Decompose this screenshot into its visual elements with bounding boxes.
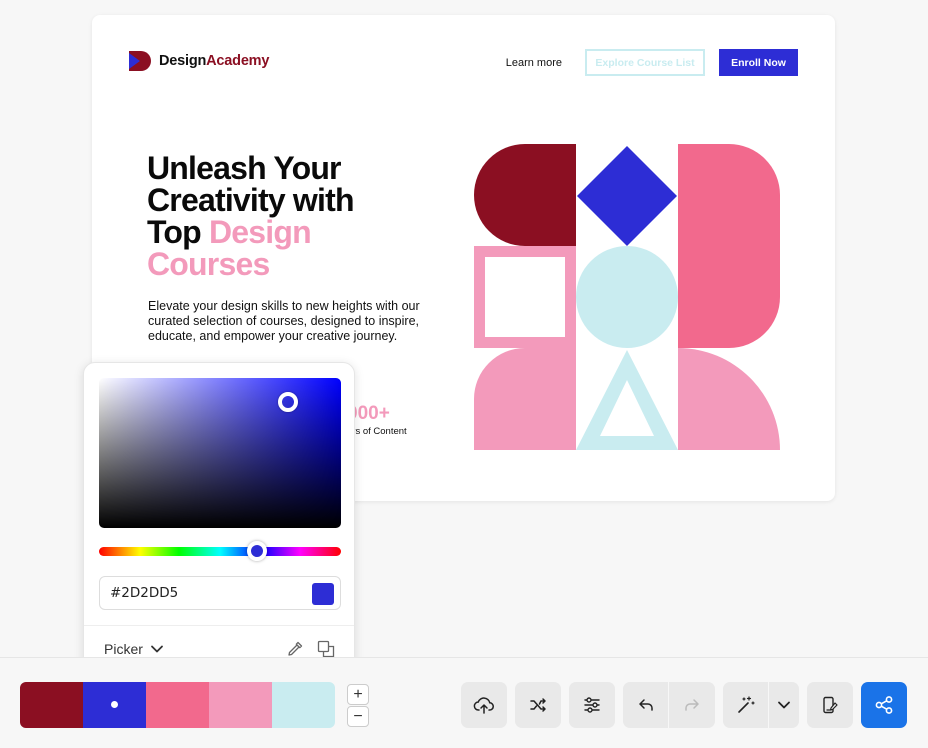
art-pink-quarter-block [474, 348, 576, 450]
hero-title-highlight1: Design [208, 214, 312, 250]
hex-value: #2D2DD5 [110, 585, 179, 601]
share-button[interactable] [861, 682, 907, 728]
chevron-down-icon [777, 701, 790, 709]
color-picker-popover: #2D2DD5 Picker [83, 362, 355, 672]
art-light-blue-circle [576, 246, 678, 348]
saturation-handle[interactable] [278, 392, 298, 412]
shuffle-icon [530, 698, 546, 712]
hero-title-line2: Creativity with [147, 182, 355, 218]
palette-swatch[interactable] [20, 682, 83, 728]
palette-swatch[interactable] [83, 682, 146, 728]
palette-swatch[interactable] [209, 682, 272, 728]
magic-wand-icon [737, 696, 755, 713]
selected-indicator [111, 701, 118, 708]
eyedropper-icon[interactable] [286, 640, 304, 658]
divider [84, 625, 354, 626]
upload-cloud-icon [473, 697, 494, 714]
art-blue-diamond [577, 146, 677, 246]
upload-button[interactable] [461, 682, 507, 728]
hero-title: Unleash Your Creativity with Top Design … [147, 152, 447, 280]
share-icon [875, 696, 893, 714]
adjust-sliders-icon [584, 697, 600, 713]
brand-name: DesignAcademy [159, 53, 269, 69]
redo-icon [685, 699, 699, 711]
palette-swatch[interactable] [146, 682, 209, 728]
stat-label: urs of Content [347, 426, 407, 437]
chevron-down-icon [151, 645, 163, 653]
current-color-swatch [312, 583, 334, 605]
explore-course-list-button[interactable]: Explore Course List [585, 49, 705, 76]
remove-color-button[interactable]: − [347, 706, 369, 727]
shuffle-button[interactable] [515, 682, 561, 728]
history-group [623, 682, 715, 728]
brand-name-part1: Design [159, 53, 207, 69]
hero-title-line3: Top [147, 214, 202, 250]
mobile-preview-button[interactable] [807, 682, 853, 728]
undo-icon [639, 699, 653, 711]
magic-options-button[interactable] [768, 682, 799, 728]
add-color-button[interactable]: + [347, 684, 369, 705]
divider [668, 682, 669, 728]
hero-title-highlight2: Courses [147, 246, 270, 282]
art-light-blue-triangle [576, 350, 678, 450]
brand-logo[interactable]: DesignAcademy [129, 51, 269, 71]
divider [768, 682, 769, 728]
palette-strip [20, 682, 335, 728]
brand-name-part2: Academy [206, 53, 270, 69]
art-coral-d-shape [678, 144, 780, 348]
mobile-edit-icon [823, 696, 838, 714]
copy-icon[interactable] [317, 640, 335, 658]
learn-more-link[interactable]: Learn more [506, 57, 562, 69]
enroll-now-button[interactable]: Enroll Now [719, 49, 798, 76]
top-nav: Learn more Explore Course List Enroll No… [506, 49, 798, 76]
art-pink-square-frame [474, 246, 576, 348]
hero-description: Elevate your design skills to new height… [148, 299, 420, 343]
magic-button[interactable] [723, 682, 768, 728]
generate-group [723, 682, 799, 728]
undo-button[interactable] [623, 682, 669, 728]
redo-button[interactable] [669, 682, 715, 728]
hex-input[interactable]: #2D2DD5 [99, 576, 341, 610]
picker-mode-dropdown[interactable]: Picker [104, 641, 164, 657]
art-dark-red-rounded-block [474, 144, 576, 246]
hero-title-line1: Unleash Your [147, 150, 342, 186]
saturation-value-area[interactable] [99, 378, 341, 528]
hero-geometric-art [474, 144, 780, 450]
adjust-button[interactable] [569, 682, 615, 728]
palette-swatch[interactable] [272, 682, 335, 728]
hue-slider-handle[interactable] [247, 541, 267, 561]
art-pink-quarter-circle [678, 348, 780, 450]
logo-mark-icon [129, 51, 151, 71]
picker-mode-label: Picker [104, 641, 143, 657]
hue-slider[interactable] [99, 547, 341, 556]
